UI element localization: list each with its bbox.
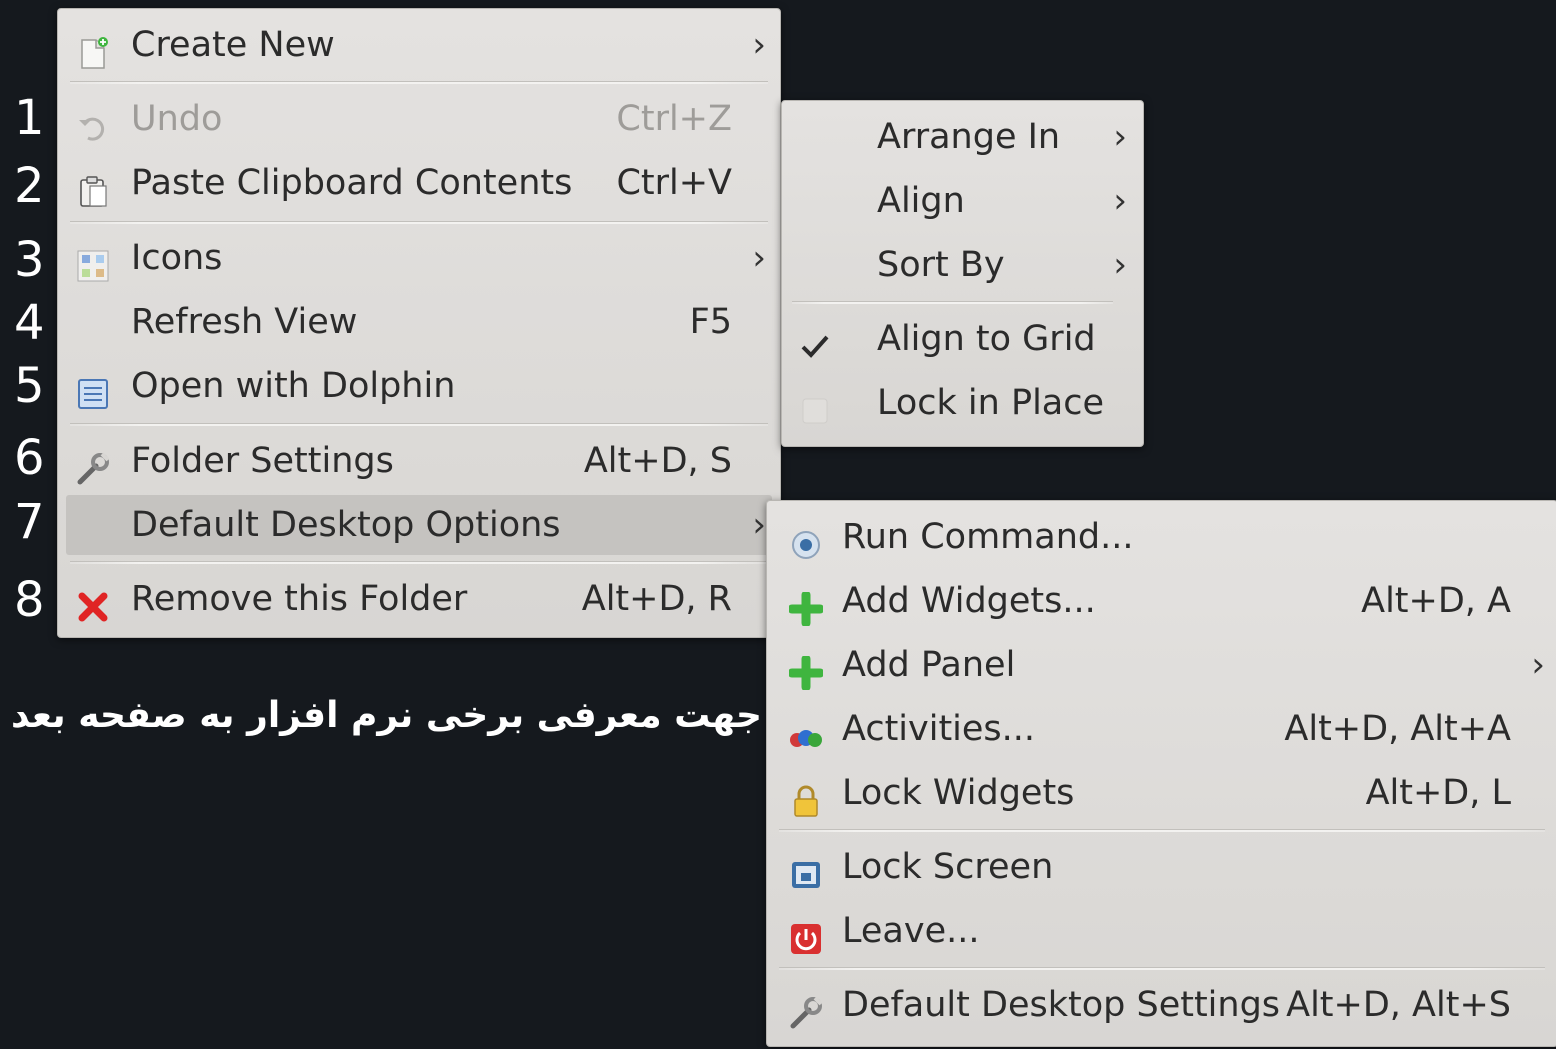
menu-item-activities[interactable]: Activities... Alt+D, Alt+A xyxy=(775,699,1549,759)
create-new-label: Create New xyxy=(131,25,335,65)
icons-label: Icons xyxy=(131,238,223,278)
undo-shortcut: Ctrl+Z xyxy=(616,99,732,139)
unchecked-box-icon xyxy=(798,387,832,424)
remove-x-icon xyxy=(76,583,110,622)
row-number-8: 8 xyxy=(14,572,45,628)
separator xyxy=(792,301,1113,304)
row-number-4: 4 xyxy=(14,295,45,351)
default-desktop-settings-label: Default Desktop Settings xyxy=(842,985,1281,1025)
lock-widgets-shortcut: Alt+D, L xyxy=(1365,773,1511,813)
power-icon xyxy=(789,915,823,954)
menu-item-arrange-in[interactable]: Arrange In › xyxy=(790,107,1135,167)
row-number-2: 2 xyxy=(14,158,45,214)
menu-item-open-with-dolphin[interactable]: Open with Dolphin xyxy=(66,356,772,416)
lock-in-place-label: Lock in Place xyxy=(877,383,1105,423)
activities-icon xyxy=(789,713,823,747)
menu-item-align-to-grid[interactable]: Align to Grid xyxy=(790,309,1135,369)
plus-icon xyxy=(787,649,825,692)
menu-item-remove-folder[interactable]: Remove this Folder Alt+D, R xyxy=(66,569,772,629)
run-command-icon xyxy=(789,521,823,559)
chevron-right-icon: › xyxy=(1113,117,1127,157)
menu-item-add-panel[interactable]: Add Panel › xyxy=(775,635,1549,695)
row-number-6: 6 xyxy=(14,430,45,486)
menu-item-paste[interactable]: Paste Clipboard Contents Ctrl+V xyxy=(66,153,772,213)
menu-item-default-desktop-settings[interactable]: Default Desktop Settings Alt+D, Alt+S xyxy=(775,975,1549,1035)
desktop-context-menu: Create New › Undo Ctrl+Z Paste Clipboard… xyxy=(57,8,781,638)
menu-item-default-desktop-options[interactable]: Default Desktop Options › xyxy=(66,495,772,555)
lock-screen-label: Lock Screen xyxy=(842,847,1054,887)
default-desktop-options-label: Default Desktop Options xyxy=(131,505,561,545)
align-to-grid-label: Align to Grid xyxy=(877,319,1096,359)
menu-item-lock-widgets[interactable]: Lock Widgets Alt+D, L xyxy=(775,763,1549,823)
activities-label: Activities... xyxy=(842,709,1036,749)
plus-icon xyxy=(787,585,825,628)
chevron-right-icon: › xyxy=(752,238,766,278)
menu-item-folder-settings[interactable]: Folder Settings Alt+D, S xyxy=(66,431,772,491)
separator xyxy=(779,967,1545,970)
wrench-icon xyxy=(76,445,110,485)
folder-settings-label: Folder Settings xyxy=(131,441,394,481)
row-number-1: 1 xyxy=(14,90,45,146)
menu-item-sort-by[interactable]: Sort By › xyxy=(790,235,1135,295)
menu-item-add-widgets[interactable]: Add Widgets... Alt+D, A xyxy=(775,571,1549,631)
arrange-in-label: Arrange In xyxy=(877,117,1061,157)
dolphin-icon xyxy=(76,370,110,409)
open-with-dolphin-label: Open with Dolphin xyxy=(131,366,456,406)
new-document-icon xyxy=(76,29,110,69)
chevron-right-icon: › xyxy=(752,505,766,545)
separator xyxy=(70,221,768,224)
refresh-view-shortcut: F5 xyxy=(689,302,732,342)
chevron-right-icon: › xyxy=(1113,181,1127,221)
separator xyxy=(70,423,768,426)
checkmark-icon xyxy=(798,323,832,358)
wrench-icon xyxy=(789,989,823,1029)
undo-icon xyxy=(76,103,110,141)
clipboard-icon xyxy=(76,167,110,207)
default-desktop-options-submenu: Run Command... Add Widgets... Alt+D, A A… xyxy=(766,500,1556,1047)
menu-item-lock-screen[interactable]: Lock Screen xyxy=(775,837,1549,897)
padlock-icon xyxy=(789,777,823,817)
add-widgets-shortcut: Alt+D, A xyxy=(1361,581,1511,621)
sort-by-label: Sort By xyxy=(877,245,1005,285)
separator xyxy=(70,561,768,564)
row-number-7: 7 xyxy=(14,494,45,550)
menu-item-create-new[interactable]: Create New › xyxy=(66,15,772,75)
chevron-right-icon: › xyxy=(1531,645,1545,685)
caption-text: جهت معرفی برخی نرم افزار به صفحه بعد م xyxy=(0,695,762,736)
refresh-view-label: Refresh View xyxy=(131,302,358,342)
chevron-right-icon: › xyxy=(1113,245,1127,285)
chevron-right-icon: › xyxy=(752,25,766,65)
separator xyxy=(779,829,1545,832)
row-number-5: 5 xyxy=(14,358,45,414)
lock-screen-icon xyxy=(789,851,823,888)
folder-settings-shortcut: Alt+D, S xyxy=(583,441,732,481)
default-desktop-settings-shortcut: Alt+D, Alt+S xyxy=(1286,985,1511,1025)
menu-item-leave[interactable]: Leave... xyxy=(775,901,1549,961)
leave-label: Leave... xyxy=(842,911,980,951)
add-widgets-label: Add Widgets... xyxy=(842,581,1096,621)
icons-view-icon xyxy=(76,242,110,282)
undo-label: Undo xyxy=(131,99,223,139)
paste-label: Paste Clipboard Contents xyxy=(131,163,573,203)
remove-folder-shortcut: Alt+D, R xyxy=(581,579,732,619)
icons-submenu: Arrange In › Align › Sort By › Align to … xyxy=(781,100,1144,447)
run-command-label: Run Command... xyxy=(842,517,1134,557)
menu-item-align[interactable]: Align › xyxy=(790,171,1135,231)
lock-widgets-label: Lock Widgets xyxy=(842,773,1075,813)
activities-shortcut: Alt+D, Alt+A xyxy=(1284,709,1511,749)
menu-item-run-command[interactable]: Run Command... xyxy=(775,507,1549,567)
add-panel-label: Add Panel xyxy=(842,645,1016,685)
menu-item-undo[interactable]: Undo Ctrl+Z xyxy=(66,89,772,149)
menu-item-lock-in-place[interactable]: Lock in Place xyxy=(790,373,1135,433)
remove-folder-label: Remove this Folder xyxy=(131,579,468,619)
row-number-3: 3 xyxy=(14,232,45,288)
menu-item-icons[interactable]: Icons › xyxy=(66,228,772,288)
paste-shortcut: Ctrl+V xyxy=(616,163,732,203)
separator xyxy=(70,81,768,84)
menu-item-refresh-view[interactable]: Refresh View F5 xyxy=(66,292,772,352)
align-label: Align xyxy=(877,181,965,221)
